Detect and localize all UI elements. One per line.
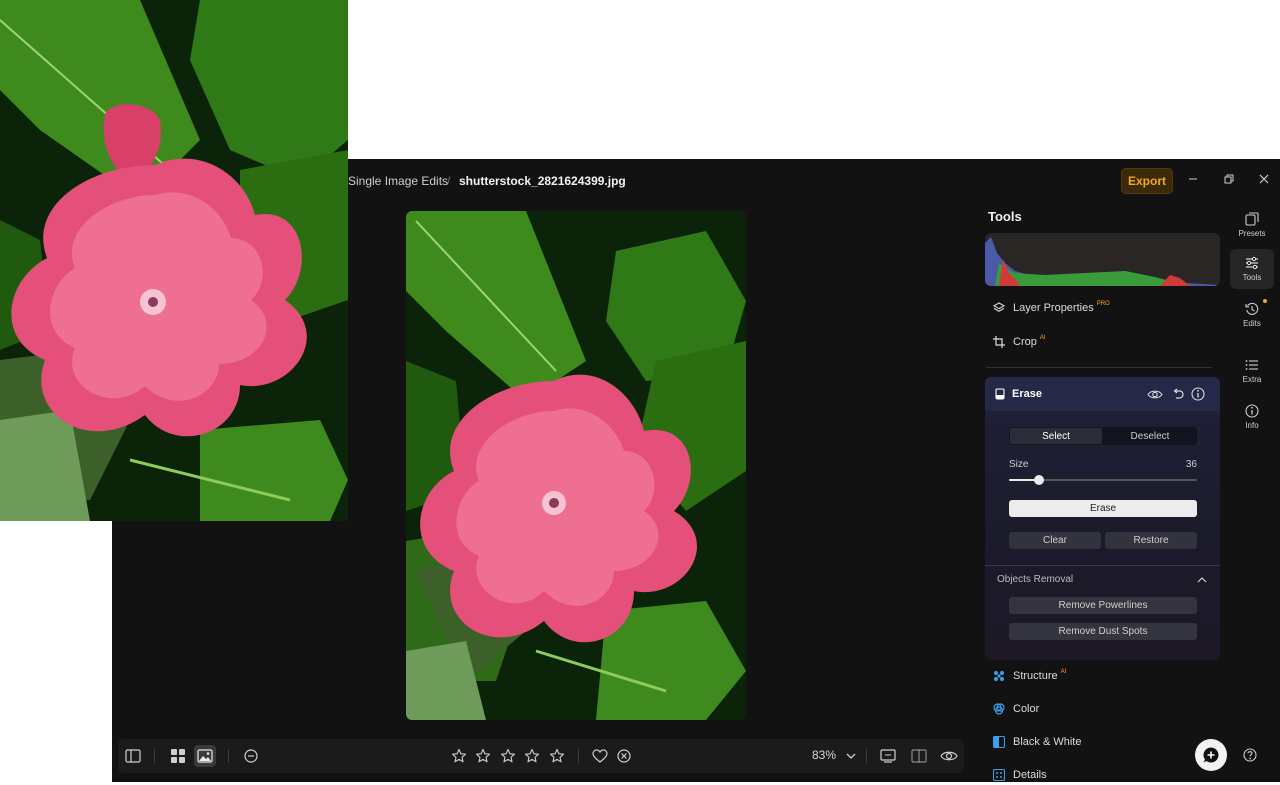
select-mode-toggle: Select Deselect (1009, 427, 1197, 445)
tool-color[interactable]: Color (992, 699, 1039, 719)
enlarged-preview-photo (0, 0, 348, 521)
clear-button[interactable]: Clear (1009, 532, 1101, 549)
rail-extra[interactable]: Extra (1230, 351, 1274, 391)
tool-layer-properties[interactable]: Layer Properties PRO (992, 298, 1110, 318)
tool-crop[interactable]: Crop AI (992, 332, 1046, 352)
tools-panel-title: Tools (988, 209, 1022, 224)
rail-presets[interactable]: Presets (1230, 205, 1274, 245)
bottom-toolbar: 83% (118, 739, 964, 773)
pro-badge: PRO (1096, 301, 1110, 307)
eye-preview-icon[interactable] (938, 745, 960, 767)
erase-header[interactable]: Erase (985, 377, 1220, 411)
undo-icon[interactable] (1170, 386, 1186, 402)
rating-star-3-icon[interactable] (497, 745, 519, 767)
info-icon (1245, 404, 1259, 418)
breadcrumb-file: shutterstock_2821624399.jpg (459, 174, 626, 188)
fit-screen-icon[interactable] (877, 745, 899, 767)
chevron-down-icon[interactable] (840, 745, 862, 767)
toggle-sidebar-icon[interactable] (122, 745, 144, 767)
visibility-eye-icon[interactable] (1147, 386, 1163, 402)
size-label: Size (1009, 459, 1029, 470)
breadcrumb-separator: / (447, 174, 451, 188)
black-white-icon (992, 735, 1006, 749)
info-circle-icon[interactable] (1190, 386, 1206, 402)
remove-dust-spots-button[interactable]: Remove Dust Spots (1009, 623, 1197, 640)
rail-label: Edits (1243, 319, 1261, 328)
sliders-icon (1246, 256, 1258, 270)
history-icon (1245, 302, 1259, 315)
rail-label: Extra (1242, 375, 1262, 384)
rail-tools[interactable]: Tools (1230, 249, 1274, 289)
eraser-icon (992, 386, 1008, 402)
remove-powerlines-button[interactable]: Remove Powerlines (1009, 597, 1197, 614)
rating-star-2-icon[interactable] (472, 745, 494, 767)
rail-label: Tools (1242, 273, 1262, 282)
list-icon (1245, 360, 1258, 370)
rail-info[interactable]: Info (1230, 397, 1274, 437)
single-view-icon[interactable] (194, 745, 216, 767)
layers-icon (992, 301, 1006, 315)
rail-label: Presets (1238, 229, 1266, 238)
tool-black-white[interactable]: Black & White (992, 732, 1081, 752)
select-button[interactable]: Select (1010, 428, 1102, 444)
rail-label: Info (1245, 421, 1259, 430)
size-slider-handle[interactable] (1034, 475, 1045, 485)
help-icon[interactable] (1242, 747, 1258, 763)
chat-plus-icon (1203, 747, 1219, 763)
erase-title: Erase (1012, 388, 1042, 400)
restore-button[interactable]: Restore (1105, 532, 1197, 549)
erase-button[interactable]: Erase (1009, 500, 1197, 517)
deselect-button[interactable]: Deselect (1104, 428, 1196, 444)
rail-edits[interactable]: Edits (1230, 295, 1274, 335)
heart-icon[interactable] (589, 745, 611, 767)
ai-badge: AI (1060, 669, 1067, 675)
color-icon (992, 702, 1006, 716)
size-slider[interactable] (1009, 475, 1197, 485)
divider (985, 565, 1220, 566)
zoom-level[interactable]: 83% (812, 748, 836, 762)
details-icon (992, 768, 1006, 782)
main-photo[interactable] (406, 211, 746, 720)
ai-badge: AI (1039, 335, 1046, 341)
tool-structure[interactable]: Structure AI (992, 666, 1066, 686)
feedback-chat-button[interactable] (1195, 739, 1227, 771)
minimize-icon[interactable] (1184, 170, 1202, 188)
tool-label: Black & White (1013, 736, 1082, 748)
size-value: 36 (1185, 459, 1197, 470)
divider (986, 367, 1212, 368)
reject-circle-icon[interactable] (240, 745, 262, 767)
objects-removal-title[interactable]: Objects Removal (997, 574, 1073, 585)
breadcrumb-root[interactable]: Single Image Edits (348, 174, 448, 188)
tool-label: Layer Properties (1013, 302, 1094, 314)
chevron-up-icon[interactable] (1195, 573, 1209, 587)
tool-label: Color (1013, 703, 1040, 715)
restore-window-icon[interactable] (1220, 170, 1238, 188)
tool-label: Details (1013, 769, 1047, 781)
tool-details[interactable]: Details (992, 765, 1047, 785)
structure-icon (992, 669, 1006, 683)
rating-star-1-icon[interactable] (448, 745, 470, 767)
export-button[interactable]: Export (1121, 168, 1173, 194)
tool-label: Structure (1013, 670, 1058, 682)
compare-split-icon[interactable] (908, 745, 930, 767)
grid-view-icon[interactable] (167, 745, 189, 767)
tool-label: Crop (1013, 336, 1037, 348)
erase-panel: Erase Select Deselect Size 36 Erase Clea… (985, 377, 1220, 660)
close-icon[interactable] (1255, 170, 1273, 188)
histogram (985, 233, 1220, 286)
notification-dot (1263, 299, 1267, 303)
reject-x-icon[interactable] (613, 745, 635, 767)
crop-icon (992, 335, 1006, 349)
rating-star-5-icon[interactable] (546, 745, 568, 767)
presets-icon (1245, 212, 1259, 226)
rating-star-4-icon[interactable] (521, 745, 543, 767)
